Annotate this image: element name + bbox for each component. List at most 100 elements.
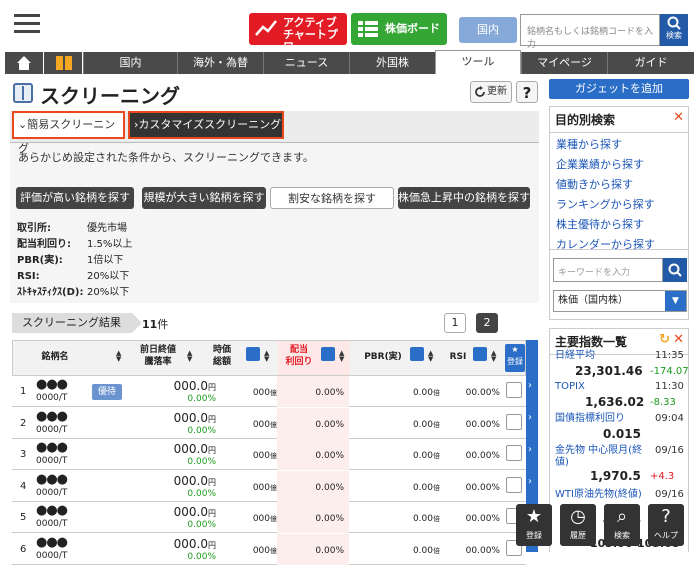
chevron-right-icon: ›	[528, 444, 532, 455]
index-name[interactable]: 日経平均	[555, 350, 651, 362]
row-checkbox[interactable]	[506, 476, 522, 493]
register-all-button[interactable]: ★ 登録	[505, 344, 525, 372]
link-ranking[interactable]: ランキングから探す	[550, 195, 688, 215]
results-label: スクリーニング結果	[12, 313, 142, 333]
criteria-label: ｽﾄｷｬｽﾃｨｸｽ(D):	[17, 287, 84, 298]
link-industry[interactable]: 業種から探す	[550, 135, 688, 155]
row-checkbox[interactable]	[506, 382, 522, 398]
condition-button-undervalued[interactable]: 割安な銘柄を探す	[270, 187, 394, 209]
condition-button-high-rating[interactable]: 評価が高い銘柄を探す	[16, 187, 134, 209]
stock-name[interactable]: ●●●	[36, 378, 68, 391]
index-name[interactable]: TOPIX	[555, 381, 651, 393]
col-header-pbr[interactable]: PBR(実)	[363, 351, 403, 363]
dividend-yield: 0.00%	[315, 419, 344, 430]
tab-custom-screening[interactable]: ›カスタマイズスクリーニング	[128, 111, 284, 139]
dividend-yield: 0.00%	[315, 545, 344, 556]
price-value: 000.0	[173, 536, 208, 551]
keyword-input[interactable]: キーワードを入力	[553, 258, 663, 282]
float-search-button[interactable]: ⌕ 検索	[604, 504, 640, 546]
sort-arrows-icon[interactable]: ▲ ▼	[339, 350, 344, 363]
nav-item-guide[interactable]: ガイド	[607, 52, 694, 74]
home-nav-button[interactable]	[5, 52, 43, 74]
market-cap: 000億円	[228, 420, 284, 430]
condition-button-rising[interactable]: 株価急上昇中の銘柄を探す	[398, 187, 530, 209]
dividend-yield: 0.00%	[315, 451, 344, 461]
table-row[interactable]: 6●●●0000/T000.0円0.00%000億円0.00%0.00倍00.0…	[12, 533, 526, 565]
stock-name[interactable]: ●●●	[36, 504, 68, 517]
page-button-1[interactable]: 1	[444, 313, 466, 333]
nav-item-mypage[interactable]: マイページ	[521, 52, 607, 74]
float-help-button[interactable]: ? ヘルプ	[648, 504, 684, 546]
close-icon[interactable]: ✕	[673, 332, 684, 347]
stock-search-input[interactable]: 銘柄名もしくは銘柄コードを入力	[520, 14, 660, 50]
row-checkbox[interactable]	[506, 445, 522, 461]
sort-arrows-icon[interactable]: ▲ ▼	[116, 350, 121, 363]
prev-close-price: 000.0円	[148, 474, 216, 488]
stock-board-button[interactable]: 株価ボード	[351, 13, 447, 45]
tab-simple-screening[interactable]: ⌄簡易スクリーニング	[12, 111, 125, 155]
close-icon[interactable]: ✕	[673, 110, 684, 125]
table-row[interactable]: 4●●●0000/T000.0円0.00%000億円0.00%0.00倍00.0…	[12, 470, 526, 502]
nav-item-foreign-stocks[interactable]: 外国株	[349, 52, 435, 74]
link-earnings[interactable]: 企業業績から探す	[550, 155, 688, 175]
sort-arrows-icon[interactable]: ▲ ▼	[187, 350, 192, 363]
header-search-button[interactable]: 検索	[660, 14, 688, 46]
nav-item-domestic[interactable]: 国内	[83, 52, 177, 74]
stock-name[interactable]: ●●●	[36, 536, 68, 549]
nav-item-overseas-fx[interactable]: 海外・為替	[177, 52, 263, 74]
condition-button-large-scale[interactable]: 規模が大きい銘柄を探す	[142, 187, 266, 209]
stock-name[interactable]: ●●●	[36, 441, 68, 454]
table-row[interactable]: 2●●●0000/T000.0円0.00%000億円0.00%0.00倍00.0…	[12, 407, 526, 439]
app-header: アクティブ チャートプロ 株価ボード 国内 銘柄名もしくは銘柄コードを入力 検索	[0, 0, 694, 53]
col-cap-label-1: 時価	[212, 345, 231, 355]
table-row[interactable]: 1●●●0000/T優待000.0円0.00%000億円0.00%0.00倍00…	[12, 376, 526, 407]
index-name[interactable]: 金先物 中心限月(終値)	[555, 445, 651, 469]
region-toggle-button[interactable]: 国内	[459, 17, 517, 43]
hamburger-menu-icon[interactable]	[14, 14, 40, 36]
col-header-rsi[interactable]: RSI	[445, 351, 471, 363]
page-button-2[interactable]: 2	[476, 313, 498, 333]
table-row[interactable]: 3●●●0000/T000.0円0.00%000億円0.00%0.00倍00.0…	[12, 439, 526, 470]
criteria-value: 優先市場	[87, 223, 127, 234]
float-history-button[interactable]: ◷ 履歴	[560, 504, 596, 546]
pbr-value: 0.00倍	[382, 483, 440, 493]
chevron-down-icon[interactable]: ▼	[665, 291, 686, 311]
benefit-badge[interactable]: 優待	[92, 384, 122, 400]
index-time: 09/16	[655, 489, 684, 500]
col-header-name[interactable]: 銘柄名	[35, 351, 75, 363]
sort-filter-icon[interactable]	[410, 347, 424, 361]
col-header-price[interactable]: 前日終値 騰落率	[133, 344, 183, 368]
add-gadget-button[interactable]: ガジェットを追加	[549, 79, 689, 99]
keyword-search-button[interactable]	[663, 258, 687, 282]
nav-item-tools[interactable]: ツール	[435, 50, 521, 74]
table-row[interactable]: 5●●●0000/T000.0円0.00%000億円0.00%0.00倍00.0…	[12, 502, 526, 533]
stock-name[interactable]: ●●●	[36, 410, 68, 423]
link-shareholder-benefits[interactable]: 株主優待から探す	[550, 215, 688, 235]
float-register-button[interactable]: ★ 登録	[516, 504, 552, 546]
index-name[interactable]: WTI原油先物(終値)	[555, 489, 651, 501]
criteria-rsi: RSI: 20%以下	[17, 267, 129, 282]
stock-name[interactable]: ●●●	[36, 473, 68, 486]
pbr-unit: 倍	[433, 452, 440, 460]
cap-value: 000	[252, 545, 270, 556]
active-chart-pro-button[interactable]: アクティブ チャートプロ	[249, 13, 347, 53]
index-name[interactable]: 国債指標利回り	[555, 413, 651, 425]
col-price-label-1: 前日終値	[139, 345, 176, 355]
sort-filter-icon[interactable]	[321, 347, 335, 361]
reload-icon[interactable]: ↻	[659, 332, 670, 347]
col-header-market-cap[interactable]: 時価 総額	[207, 344, 237, 368]
sort-filter-icon[interactable]	[473, 347, 487, 361]
col-header-dividend[interactable]: 配当 利回り	[281, 344, 317, 368]
favorites-nav-button[interactable]	[44, 52, 82, 74]
row-checkbox[interactable]	[506, 413, 522, 430]
link-price-movement[interactable]: 値動きから探す	[550, 175, 688, 195]
sort-arrows-icon[interactable]: ▲ ▼	[491, 350, 496, 363]
nav-item-news[interactable]: ニュース	[263, 52, 349, 74]
pbr-number: 0.00	[412, 514, 433, 524]
float-search-label: 検索	[614, 531, 630, 540]
sort-filter-icon[interactable]	[246, 347, 260, 361]
refresh-button[interactable]: 更新	[470, 81, 512, 103]
sort-arrows-icon[interactable]: ▲ ▼	[428, 350, 433, 363]
sort-arrows-icon[interactable]: ▲ ▼	[264, 350, 269, 363]
help-button[interactable]: ?	[516, 81, 538, 103]
